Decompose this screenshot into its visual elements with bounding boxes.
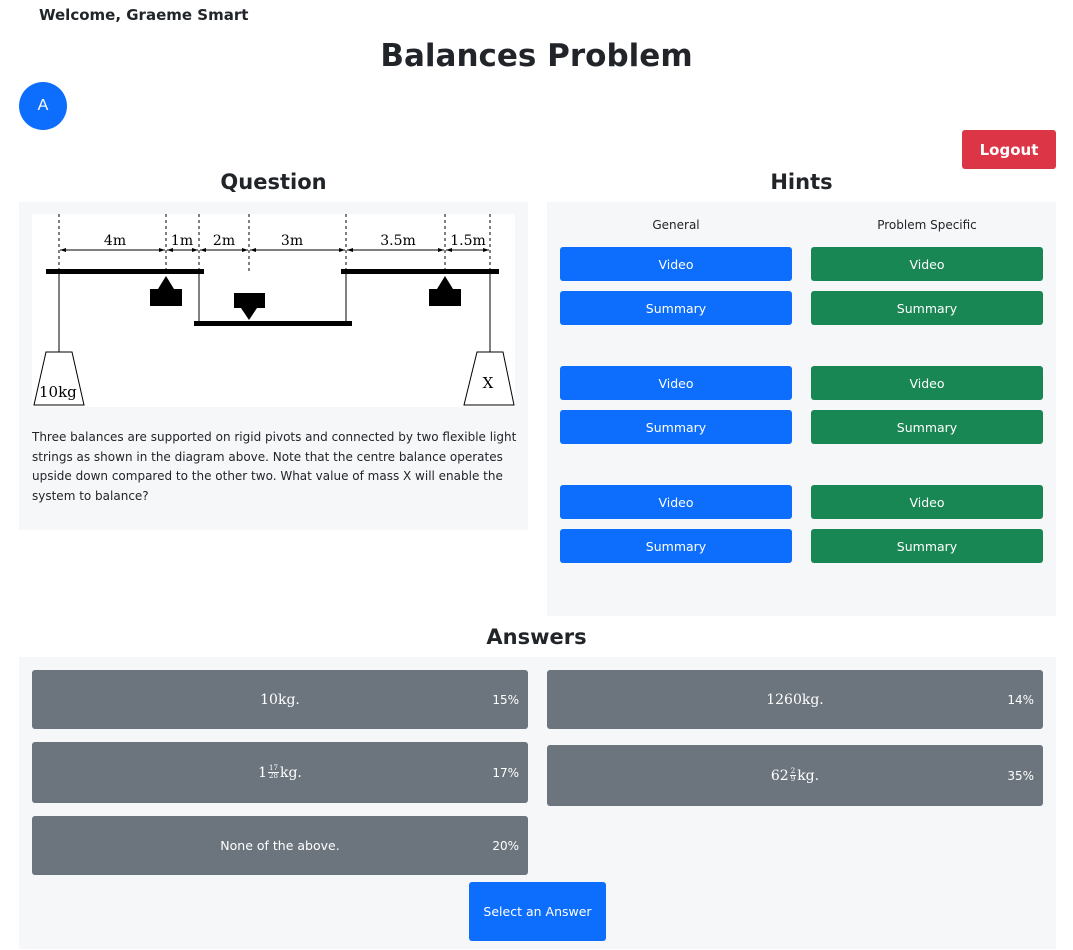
page-title: Balances Problem (380, 38, 693, 74)
specific-summary-button-3[interactable]: Summary (811, 529, 1043, 563)
general-video-button-2[interactable]: Video (560, 366, 792, 400)
answer-option-4[interactable]: 62 2 9 kg. 35% (547, 745, 1043, 806)
answer-option-2[interactable]: 1260kg. 14% (547, 670, 1043, 729)
distance-label-3: 2m (213, 233, 235, 249)
answer-option-2-percent: 14% (1007, 692, 1034, 707)
specific-summary-button-1[interactable]: Summary (811, 291, 1043, 325)
avatar[interactable]: A (19, 82, 67, 130)
logout-button[interactable]: Logout (962, 130, 1056, 169)
answer-option-4-whole: 62 (770, 767, 789, 784)
balances-diagram: 4m 1m 2m 3m 3.5m 1.5m 10kg X (32, 214, 515, 407)
general-summary-button-2[interactable]: Summary (560, 410, 792, 444)
distance-label-1: 4m (104, 233, 126, 249)
problem-specific-column-label: Problem Specific (877, 218, 977, 232)
general-summary-button-3[interactable]: Summary (560, 529, 792, 563)
question-heading: Question (220, 170, 327, 194)
answer-option-4-denominator: 9 (790, 775, 796, 783)
answer-option-2-label: 1260kg. (766, 691, 824, 708)
question-panel: 4m 1m 2m 3m 3.5m 1.5m 10kg X Three balan… (19, 202, 528, 530)
general-summary-button-1[interactable]: Summary (560, 291, 792, 325)
answer-option-4-fraction: 29 (789, 768, 797, 783)
question-text: Three balances are supported on rigid pi… (32, 430, 517, 503)
answer-option-4-label: 62 2 9 kg. (547, 745, 1043, 806)
answer-option-1-label: 10kg. (260, 691, 300, 708)
general-video-button-1[interactable]: Video (560, 247, 792, 281)
distance-label-2: 1m (171, 233, 193, 249)
distance-label-6: 1.5m (450, 233, 486, 249)
answer-option-5[interactable]: None of the above. 20% (32, 816, 528, 875)
distance-label-5: 3.5m (380, 233, 416, 249)
hints-heading: Hints (770, 170, 833, 194)
distance-label-4: 3m (281, 233, 303, 249)
specific-video-button-1[interactable]: Video (811, 247, 1043, 281)
answer-option-5-percent: 20% (492, 838, 519, 853)
answer-option-1[interactable]: 10kg. 15% (32, 670, 528, 729)
right-mass-label: X (483, 374, 494, 392)
general-column-label: General (652, 218, 700, 232)
answer-option-5-label: None of the above. (220, 838, 340, 853)
hints-panel: General Problem Specific Video Video Sum… (547, 202, 1056, 616)
answer-option-4-unit: kg. (797, 767, 820, 784)
answer-option-3-whole: 1 (258, 764, 268, 781)
answer-option-3-denominator: 28 (269, 772, 278, 780)
specific-video-button-2[interactable]: Video (811, 366, 1043, 400)
select-answer-button[interactable]: Select an Answer (469, 882, 606, 941)
specific-video-button-3[interactable]: Video (811, 485, 1043, 519)
answers-heading: Answers (486, 625, 587, 649)
answer-option-3-unit: kg. (279, 764, 302, 781)
answer-option-1-percent: 15% (492, 692, 519, 707)
answer-option-3-label: 1 17 28 kg. (32, 742, 528, 803)
answer-option-3-fraction: 17 28 (268, 765, 279, 780)
welcome-message: Welcome, Graeme Smart (39, 6, 249, 24)
left-mass-label: 10kg (39, 383, 77, 401)
answer-option-3[interactable]: 1 17 28 kg. 17% (32, 742, 528, 803)
answer-option-3-percent: 17% (492, 765, 519, 780)
answer-option-4-percent: 35% (1007, 768, 1034, 783)
specific-summary-button-2[interactable]: Summary (811, 410, 1043, 444)
general-video-button-3[interactable]: Video (560, 485, 792, 519)
